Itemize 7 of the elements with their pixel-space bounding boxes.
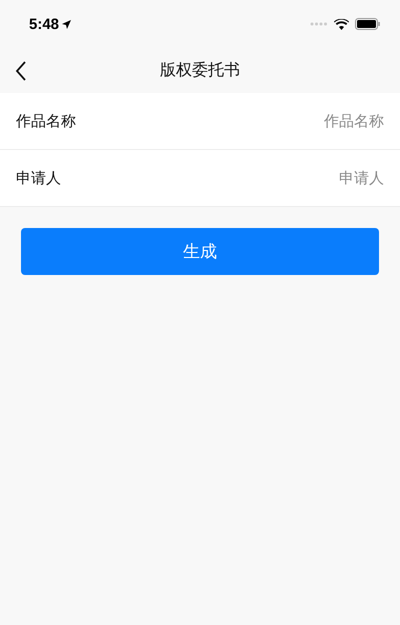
field-label: 申请人 xyxy=(16,168,61,188)
input-field[interactable]: 申请人 xyxy=(234,169,384,187)
status-time: 5:48 xyxy=(29,16,60,32)
generate-button[interactable]: 生成 xyxy=(21,228,379,275)
field-label: 作品名称 xyxy=(16,112,76,130)
input-field[interactable]: 作品名称 xyxy=(234,112,384,130)
page-title: 版权委托书 xyxy=(160,60,240,81)
